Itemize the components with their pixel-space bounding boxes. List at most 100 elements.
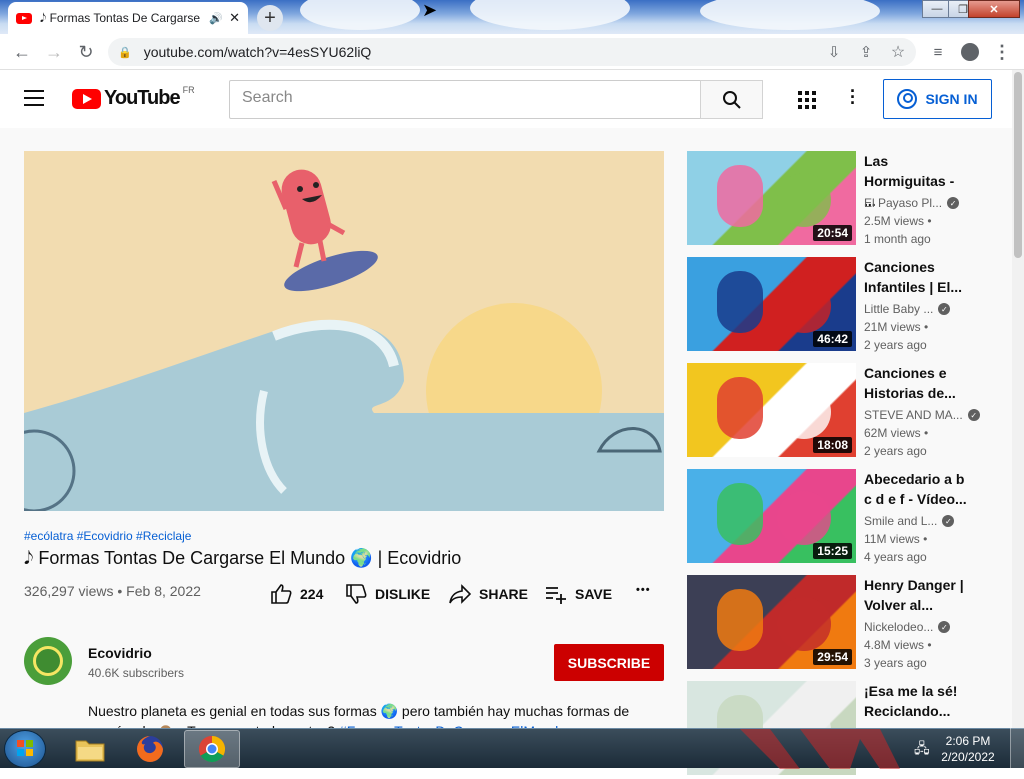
video-hashtags[interactable]: #ecólatra #Ecovidrio #Reciclaje bbox=[24, 529, 191, 543]
video-duration: 15:25 bbox=[813, 543, 852, 559]
recommended-views: 21M views • bbox=[864, 320, 929, 334]
tab-close-icon[interactable]: ✕ bbox=[229, 10, 240, 26]
recommended-video-title[interactable]: Canciones Infantiles | El... bbox=[864, 257, 968, 297]
folder-icon bbox=[75, 740, 105, 762]
back-arrow-icon[interactable]: ← bbox=[10, 40, 34, 64]
firefox-icon bbox=[137, 736, 163, 762]
video-duration: 46:42 bbox=[813, 331, 852, 347]
recommended-views: 2.5M views • bbox=[864, 214, 932, 228]
like-button[interactable]: 224 bbox=[270, 584, 323, 604]
share-button[interactable]: SHARE bbox=[449, 584, 528, 604]
recommended-video-card[interactable]: 15:25 Abecedario a b c d e f - Vídeo... Smi… bbox=[687, 469, 1007, 567]
address-bar[interactable]: 🔒 youtube.com/watch?v=4esSYU62liQ bbox=[108, 38, 916, 66]
save-button[interactable]: SAVE bbox=[545, 584, 612, 604]
browser-tab[interactable]: 𝅘𝅥𝅮 Formas Tontas De Cargarse El Mundo 🔊… bbox=[8, 2, 248, 34]
more-actions-icon[interactable]: ••• bbox=[636, 584, 651, 596]
youtube-logo[interactable]: YouTube FR bbox=[72, 85, 195, 110]
verified-check-icon: ✓ bbox=[967, 409, 980, 421]
sign-in-label: SIGN IN bbox=[925, 91, 978, 107]
sign-in-button[interactable]: SIGN IN bbox=[883, 79, 992, 119]
recommended-views: 4.8M views • bbox=[864, 638, 932, 652]
save-label: SAVE bbox=[575, 586, 613, 602]
recommended-channel[interactable]: El Payaso Pl... ✓ bbox=[864, 196, 960, 210]
scrollbar-thumb[interactable] bbox=[1014, 72, 1022, 258]
video-thumbnail[interactable]: 18:08 bbox=[687, 363, 856, 457]
video-player[interactable] bbox=[24, 151, 664, 511]
video-thumbnail[interactable]: 46:42 bbox=[687, 257, 856, 351]
title-line: Reciclando... bbox=[864, 703, 951, 719]
settings-more-icon[interactable]: · · · bbox=[846, 82, 860, 112]
like-count: 224 bbox=[300, 586, 324, 602]
channel-label: Little Baby ... bbox=[864, 302, 934, 316]
recommended-channel[interactable]: Smile and L... ✓ bbox=[864, 514, 955, 528]
share-page-icon[interactable]: ⇪ bbox=[854, 40, 878, 64]
media-control-icon[interactable]: ≡ bbox=[926, 40, 950, 64]
recommended-video-title[interactable]: Canciones e Historias de... bbox=[864, 363, 968, 403]
browser-menu-icon[interactable]: ⋮ bbox=[990, 40, 1014, 64]
profile-icon[interactable] bbox=[958, 40, 982, 64]
recommended-age: 1 month ago bbox=[864, 232, 931, 246]
subscribe-button[interactable]: SUBSCRIBE bbox=[554, 644, 664, 681]
dislike-button[interactable]: DISLIKE bbox=[345, 584, 430, 604]
file-explorer-taskbar-button[interactable] bbox=[62, 730, 118, 768]
new-tab-button[interactable]: + bbox=[257, 5, 283, 31]
title-line: c d e f - Vídeo... bbox=[864, 491, 967, 507]
recommended-video-card[interactable]: 18:08 Canciones e Historias de... STEVE AND… bbox=[687, 363, 1007, 461]
channel-label: Smile and L... bbox=[864, 514, 938, 528]
title-line: Volver al... bbox=[864, 597, 933, 613]
audio-playing-icon[interactable]: 🔊 bbox=[209, 12, 223, 25]
recommended-video-card[interactable]: 20:54 Las Hormiguitas - ... El Payaso Pl...… bbox=[687, 151, 1007, 249]
title-line: Canciones bbox=[864, 259, 935, 275]
recommended-video-card[interactable]: 46:42 Canciones Infantiles | El... Little B… bbox=[687, 257, 1007, 355]
chrome-taskbar-button[interactable] bbox=[184, 730, 240, 768]
channel-name[interactable]: Ecovidrio bbox=[88, 645, 152, 661]
start-button[interactable] bbox=[4, 730, 46, 768]
network-icon[interactable]: 🖧 bbox=[914, 738, 930, 762]
install-app-icon[interactable]: ⇩ bbox=[822, 40, 846, 64]
recommended-channel[interactable]: Nickelodeo... ✓ bbox=[864, 620, 951, 634]
show-desktop-button[interactable] bbox=[1010, 728, 1024, 768]
title-line: Infantiles | El... bbox=[864, 279, 963, 295]
title-line: Abecedario a b bbox=[864, 471, 965, 487]
recommended-video-title[interactable]: Abecedario a b c d e f - Vídeo... bbox=[864, 469, 968, 509]
video-frame-image bbox=[24, 151, 664, 511]
url-text: youtube.com/watch?v=4esSYU62liQ bbox=[143, 44, 372, 60]
recommended-age: 2 years ago bbox=[864, 338, 927, 352]
recommended-age: 3 years ago bbox=[864, 656, 927, 670]
forward-arrow-icon[interactable]: → bbox=[42, 40, 66, 64]
recommended-video-title[interactable]: Henry Danger | Volver al... bbox=[864, 575, 968, 615]
hamburger-menu-icon[interactable] bbox=[24, 90, 44, 106]
logo-text: YouTube bbox=[104, 87, 181, 109]
recommended-age: 2 years ago bbox=[864, 444, 927, 458]
search-button[interactable] bbox=[700, 80, 763, 119]
system-clock[interactable]: 2:06 PM 2/20/2022 bbox=[938, 733, 998, 765]
search-icon bbox=[722, 90, 741, 109]
lock-icon: 🔒 bbox=[118, 46, 132, 59]
bookmark-star-icon[interactable]: ☆ bbox=[886, 40, 910, 64]
recommended-age: 4 years ago bbox=[864, 550, 927, 564]
video-thumbnail[interactable]: 15:25 bbox=[687, 469, 856, 563]
video-thumbnail[interactable]: 20:54 bbox=[687, 151, 856, 245]
youtube-play-icon bbox=[72, 88, 101, 109]
account-icon bbox=[897, 89, 918, 109]
recommended-video-title[interactable]: ¡Esa me la sé! Reciclando... bbox=[864, 681, 968, 721]
region-code: FR bbox=[182, 85, 195, 95]
video-thumbnail[interactable]: 29:54 bbox=[687, 575, 856, 669]
youtube-header: YouTube FR Search · · · SIGN IN bbox=[0, 70, 1012, 128]
channel-avatar[interactable] bbox=[24, 637, 72, 685]
recommended-channel[interactable]: Little Baby ... ✓ bbox=[864, 302, 951, 316]
recommended-channel[interactable]: STEVE AND MA... ✓ bbox=[864, 408, 980, 422]
video-duration: 18:08 bbox=[813, 437, 852, 453]
window-close-button[interactable]: ✕ bbox=[968, 0, 1020, 18]
verified-check-icon: ✓ bbox=[938, 621, 951, 633]
browser-toolbar: ← → ↻ 🔒 youtube.com/watch?v=4esSYU62liQ … bbox=[0, 34, 1024, 70]
share-arrow-icon bbox=[449, 584, 471, 604]
apps-grid-icon[interactable] bbox=[798, 91, 816, 109]
recommended-video-card[interactable]: 29:54 Henry Danger | Volver al... Nickelode… bbox=[687, 575, 1007, 673]
reload-icon[interactable]: ↻ bbox=[74, 40, 98, 64]
channel-label: El Payaso Pl... bbox=[864, 196, 943, 210]
channel-subscribers: 40.6K subscribers bbox=[88, 666, 185, 680]
search-input[interactable]: Search bbox=[229, 80, 701, 119]
firefox-taskbar-button[interactable] bbox=[122, 730, 178, 768]
share-label: SHARE bbox=[479, 586, 529, 602]
